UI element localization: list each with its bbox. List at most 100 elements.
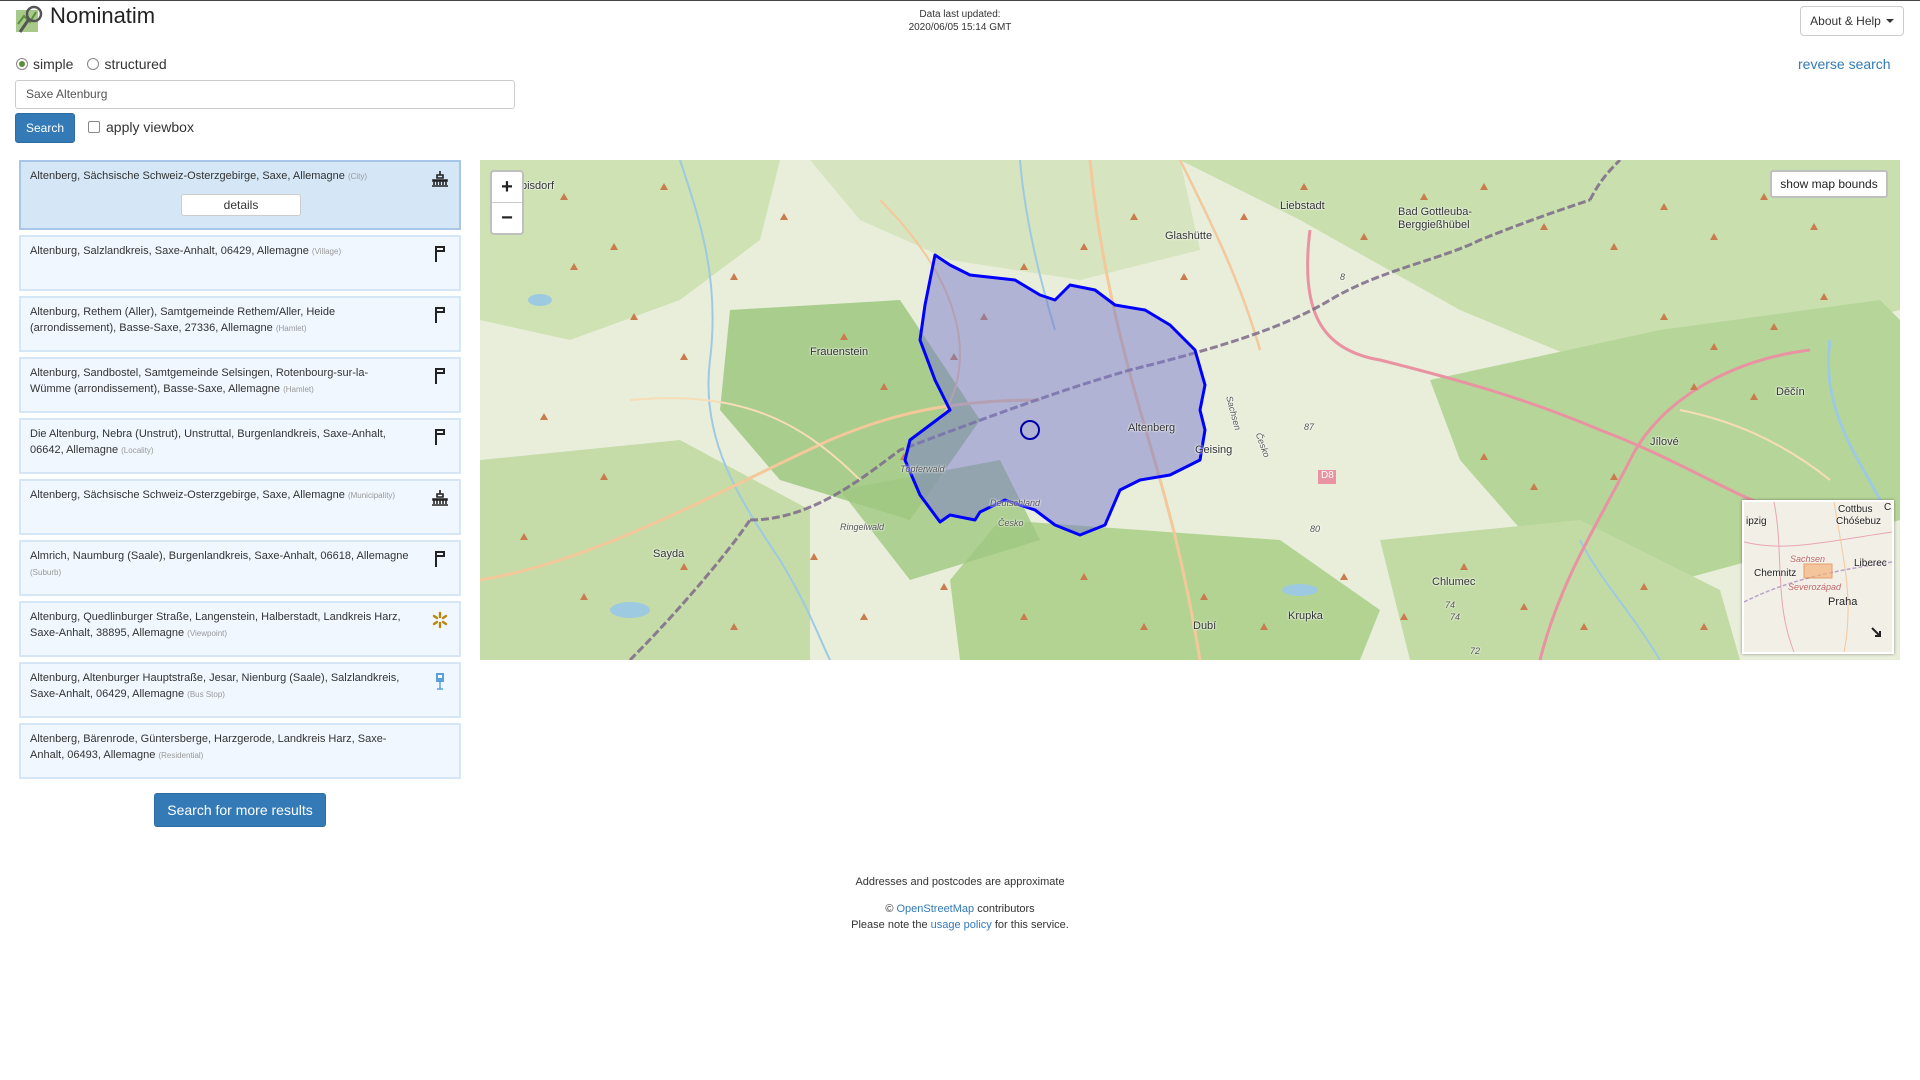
map-label: D8	[1321, 470, 1334, 481]
map-label: 87	[1304, 422, 1315, 432]
osm-link[interactable]: OpenStreetMap	[896, 903, 974, 915]
apply-viewbox[interactable]: apply viewbox	[88, 119, 194, 135]
result-item[interactable]: Altenburg, Sandbostel, Samtgemeinde Sels…	[19, 357, 461, 413]
usage-note-suffix: for this service.	[994, 919, 1069, 931]
minimap-label: ipzig	[1746, 516, 1767, 527]
viewpoint-icon	[432, 611, 448, 629]
map-label: Töpferwald	[900, 464, 945, 474]
structured-radio[interactable]	[87, 58, 100, 70]
copyright-symbol: ©	[885, 903, 894, 915]
town-hall-icon	[432, 171, 448, 187]
usage-note: Please note the usage policy for this se…	[760, 917, 1160, 933]
map-label: 74	[1450, 612, 1461, 622]
attribution: © OpenStreetMap contributors	[760, 901, 1160, 917]
flag-icon	[435, 307, 445, 323]
result-item[interactable]: Altenburg, Altenburger Hauptstraße, Jesa…	[19, 662, 461, 718]
map-label: 80	[1310, 524, 1321, 534]
result-item[interactable]: Altenberg, Sächsische Schweiz-Osterzgebi…	[19, 479, 461, 535]
map-label: Sayda	[653, 548, 685, 560]
caret-down-icon	[1885, 19, 1894, 23]
result-type: (Hamlet)	[283, 385, 314, 394]
map-label: Berggießhübel	[1398, 219, 1470, 231]
apply-viewbox-checkbox[interactable]	[88, 121, 100, 133]
result-type: (Residential)	[158, 751, 204, 760]
details-button[interactable]: details	[181, 194, 301, 216]
result-item[interactable]: Almrich, Naumburg (Saale), Burgenlandkre…	[19, 540, 461, 596]
brand[interactable]: Nominatim	[14, 3, 156, 36]
minimap-label: Praha	[1828, 596, 1858, 608]
result-type: (Municipality)	[347, 491, 396, 500]
about-help-label: About & Help	[1810, 14, 1881, 28]
map-label: 8	[1340, 272, 1346, 282]
simple-label[interactable]: simple	[33, 56, 73, 72]
results-list: Altenberg, Sächsische Schweiz-Osterzgebi…	[19, 160, 461, 784]
result-item[interactable]: Altenberg, Sächsische Schweiz-Osterzgebi…	[19, 160, 461, 230]
map-label: Chlumec	[1432, 576, 1476, 588]
result-item[interactable]: Altenburg, Rethem (Aller), Samtgemeinde …	[19, 296, 461, 352]
result-name: Altenberg, Sächsische Schweiz-Osterzgebi…	[30, 170, 345, 182]
result-name: Die Altenburg, Nebra (Unstrut), Unstrutt…	[30, 428, 386, 456]
about-help-button[interactable]: About & Help	[1800, 6, 1904, 36]
reverse-search-link[interactable]: reverse search	[1798, 56, 1891, 72]
result-name: Altenburg, Salzlandkreis, Saxe-Anhalt, 0…	[30, 245, 309, 257]
result-type: (City)	[347, 172, 368, 181]
map-label: Ringelwald	[840, 522, 885, 532]
result-item[interactable]: Altenburg, Quedlinburger Straße, Langens…	[19, 601, 461, 657]
result-name: Altenberg, Bärenrode, Güntersberge, Harz…	[30, 733, 387, 761]
show-map-bounds-button[interactable]: show map bounds	[1770, 170, 1888, 198]
bus-stop-icon	[436, 673, 444, 690]
minimap-label: Cottbus	[1838, 504, 1873, 515]
minimap-label: Chemnitz	[1754, 568, 1797, 579]
flag-icon	[435, 551, 445, 567]
map-label: Jílové	[1650, 436, 1679, 448]
top-border	[0, 0, 1920, 1]
map-label: Deutschland	[990, 498, 1041, 508]
minimap[interactable]: ipzig Cottbus Chóśebuz Sachsen Chemnitz …	[1742, 500, 1894, 654]
more-results-button[interactable]: Search for more results	[154, 793, 326, 827]
flag-icon	[435, 246, 445, 262]
map-label: Krupka	[1288, 610, 1323, 622]
map[interactable]: Erbisdorf Glashütte Liebstadt Bad Gottle…	[480, 160, 1900, 660]
minimap-label: Liberec	[1854, 558, 1887, 569]
result-item[interactable]: Die Altenburg, Nebra (Unstrut), Unstrutt…	[19, 418, 461, 474]
simple-radio[interactable]	[16, 58, 28, 70]
flag-icon	[435, 429, 445, 445]
map-label: Glashütte	[1165, 230, 1213, 242]
approx-note: Addresses and postcodes are approximate	[855, 876, 1065, 888]
minimap-label: Severozápad	[1788, 582, 1842, 592]
flag-icon	[435, 368, 445, 384]
map-label: Dubí	[1193, 620, 1217, 632]
apply-viewbox-label[interactable]: apply viewbox	[106, 119, 194, 135]
search-mode: simple structured	[16, 56, 181, 72]
result-type: (Village)	[311, 247, 342, 256]
nominatim-logo-icon	[16, 5, 43, 33]
map-label: Geising	[1195, 444, 1233, 456]
last-updated-value: 2020/06/05 15:14 GMT	[908, 22, 1012, 33]
map-label: 72	[1470, 646, 1481, 656]
result-type: (Hamlet)	[275, 324, 307, 333]
result-type: (Bus Stop)	[187, 690, 225, 699]
result-item[interactable]: Altenburg, Salzlandkreis, Saxe-Anhalt, 0…	[19, 235, 461, 291]
map-label: Děčín	[1776, 386, 1805, 398]
map-label: Liebstadt	[1280, 200, 1325, 212]
map-label: Frauenstein	[810, 346, 869, 358]
app-name: Nominatim	[50, 3, 156, 28]
usage-note-prefix: Please note the	[851, 919, 928, 931]
search-input[interactable]: Saxe Altenburg	[15, 80, 515, 109]
map-label: 74	[1445, 600, 1456, 610]
structured-label[interactable]: structured	[104, 56, 166, 72]
result-type: (Viewpoint)	[187, 629, 228, 638]
last-updated: Data last updated: 2020/06/05 15:14 GMT	[860, 8, 1060, 34]
result-name: Altenburg, Sandbostel, Samtgemeinde Sels…	[30, 367, 369, 395]
search-button[interactable]: Search	[15, 113, 75, 143]
contributors-text: contributors	[977, 903, 1035, 915]
map-label: Bad Gottleuba-	[1398, 206, 1472, 218]
zoom-control: + −	[490, 170, 524, 235]
result-item[interactable]: Altenberg, Bärenrode, Güntersberge, Harz…	[19, 723, 461, 779]
usage-policy-link[interactable]: usage policy	[931, 919, 992, 931]
map-label: Altenberg	[1128, 422, 1176, 434]
zoom-in-button[interactable]: +	[492, 172, 522, 203]
zoom-out-button[interactable]: −	[492, 203, 522, 233]
last-updated-label: Data last updated:	[919, 9, 1001, 20]
minimap-label: Chóśebuz	[1836, 516, 1882, 527]
